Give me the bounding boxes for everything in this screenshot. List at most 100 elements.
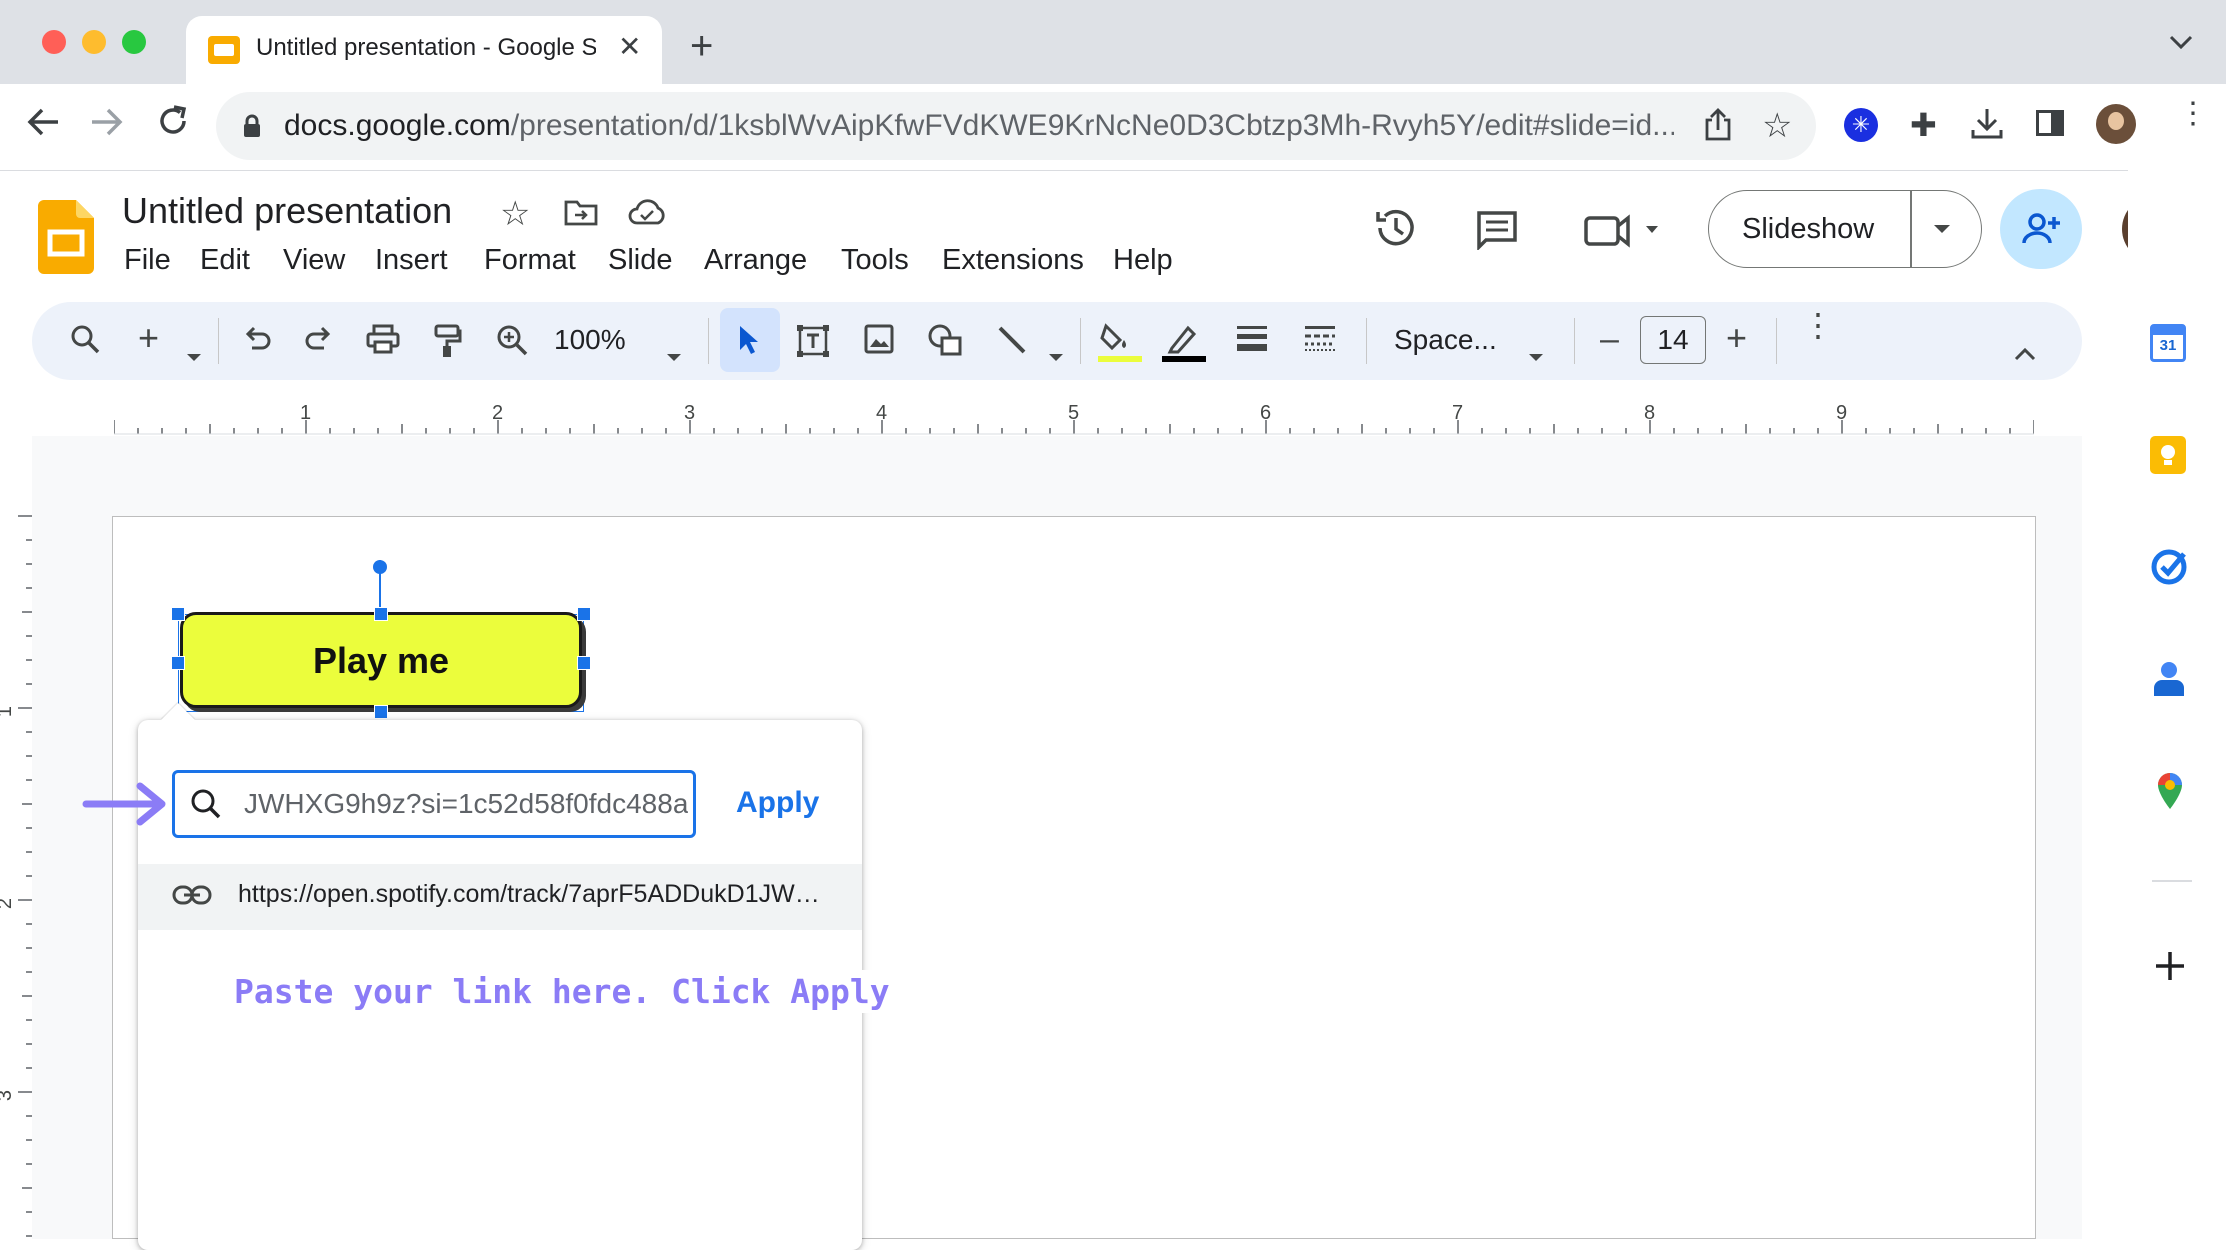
forward-arrow-icon[interactable]: [90, 106, 124, 144]
pointer-arrow-icon: [82, 780, 172, 833]
menu-view[interactable]: View: [283, 244, 345, 277]
resize-handle[interactable]: [171, 607, 185, 621]
calendar-icon[interactable]: 31: [2150, 324, 2186, 362]
lock-icon[interactable]: [242, 114, 262, 143]
menu-slide[interactable]: Slide: [608, 244, 673, 277]
font-size-input[interactable]: 14: [1640, 316, 1706, 364]
extension-icon[interactable]: ✳: [1844, 108, 1878, 142]
zoom-icon[interactable]: [496, 324, 528, 361]
annotation-text: Paste your link here. Click Apply: [226, 970, 898, 1013]
profile-avatar[interactable]: [2096, 104, 2136, 144]
ruler-label: 5: [1068, 402, 1080, 424]
paint-format-icon[interactable]: [432, 324, 462, 363]
url-path: /presentation/d/1ksblWvAipKfwFVdKWE9KrNc…: [510, 109, 1674, 142]
font-family-dropdown-icon[interactable]: [1528, 336, 1544, 368]
border-color-icon[interactable]: [1162, 320, 1206, 369]
contacts-icon[interactable]: [2152, 660, 2186, 703]
font-family-select[interactable]: Space...: [1394, 326, 1497, 354]
collapse-toolbar-icon[interactable]: [2014, 334, 2036, 366]
presentation-title[interactable]: Untitled presentation: [122, 190, 452, 232]
side-panel-icon[interactable]: [2036, 110, 2064, 136]
bookmark-star-icon[interactable]: ☆: [1762, 106, 1792, 146]
add-icon[interactable]: [2154, 950, 2186, 987]
decrease-font-size-button[interactable]: –: [1600, 322, 1619, 356]
tasks-icon[interactable]: [2150, 548, 2188, 591]
link-input-value[interactable]: JWHXG9h9z?si=1c52d58f0fdc488a: [244, 788, 688, 820]
slideshow-label: Slideshow: [1742, 213, 1875, 245]
resize-handle[interactable]: [577, 607, 591, 621]
share-button[interactable]: [2000, 189, 2082, 269]
maximize-window-button[interactable]: [122, 30, 146, 54]
url-text[interactable]: docs.google.com/presentation/d/1ksblWvAi…: [284, 109, 1674, 143]
ruler-label: 7: [1452, 402, 1464, 424]
meet-camera-icon[interactable]: [1584, 212, 1666, 253]
new-slide-icon[interactable]: +: [138, 320, 159, 356]
increase-font-size-button[interactable]: +: [1726, 320, 1747, 356]
zoom-value[interactable]: 100%: [554, 326, 626, 354]
print-icon[interactable]: [366, 324, 400, 359]
ruler-label: 3: [684, 402, 696, 424]
menu-edit[interactable]: Edit: [200, 244, 250, 277]
ruler-label: 1: [0, 706, 17, 717]
reload-icon[interactable]: [156, 104, 190, 145]
play-me-label[interactable]: Play me: [180, 640, 582, 682]
browser-menu-icon[interactable]: ⋮: [2178, 99, 2208, 129]
version-history-icon[interactable]: [1374, 206, 1418, 255]
line-dropdown-icon[interactable]: [1048, 336, 1064, 368]
extensions-puzzle-icon[interactable]: ✚: [1910, 106, 1937, 144]
rotation-handle[interactable]: [373, 560, 387, 574]
cloud-saved-icon[interactable]: [628, 198, 666, 231]
move-folder-icon[interactable]: [564, 198, 598, 231]
keep-icon[interactable]: [2150, 436, 2186, 474]
toolbar-separator: [1574, 318, 1575, 364]
search-menus-icon[interactable]: [70, 324, 100, 359]
redo-icon[interactable]: [304, 324, 334, 359]
minimize-window-button[interactable]: [82, 30, 106, 54]
new-slide-layout-dropdown-icon[interactable]: [186, 336, 202, 368]
resize-handle[interactable]: [171, 656, 185, 670]
ruler-label: 6: [1260, 402, 1272, 424]
shape-icon[interactable]: [928, 324, 964, 361]
maps-icon[interactable]: [2156, 772, 2184, 815]
tab-search-chevron-icon[interactable]: [2168, 34, 2194, 55]
more-options-icon[interactable]: ⋮: [1802, 309, 1834, 341]
resize-handle[interactable]: [374, 705, 388, 719]
fill-color-icon[interactable]: [1098, 320, 1142, 369]
resize-handle[interactable]: [374, 607, 388, 621]
toolbar-separator: [1080, 318, 1081, 364]
insert-image-icon[interactable]: [864, 324, 894, 359]
zoom-dropdown-icon[interactable]: [666, 336, 682, 368]
undo-icon[interactable]: [242, 324, 272, 359]
apply-button[interactable]: Apply: [736, 786, 819, 820]
menu-extensions[interactable]: Extensions: [942, 244, 1084, 277]
resize-handle[interactable]: [577, 656, 591, 670]
toolbar-separator: [1776, 318, 1777, 364]
url-host: docs.google.com: [284, 109, 511, 142]
menu-file[interactable]: File: [124, 244, 171, 277]
new-tab-button[interactable]: +: [690, 24, 713, 69]
close-tab-icon[interactable]: ✕: [618, 30, 641, 63]
slideshow-dropdown-icon[interactable]: [1932, 222, 1952, 240]
back-arrow-icon[interactable]: [26, 106, 60, 144]
search-icon: [190, 788, 222, 825]
menu-tools[interactable]: Tools: [841, 244, 909, 277]
toolbar-separator: [218, 318, 219, 364]
download-icon[interactable]: [1970, 106, 2004, 145]
text-box-icon[interactable]: [796, 324, 830, 363]
vertical-ruler[interactable]: [0, 510, 36, 1239]
close-window-button[interactable]: [42, 30, 66, 54]
slides-logo-icon[interactable]: [38, 200, 94, 279]
link-suggestion-url[interactable]: https://open.spotify.com/track/7aprF5ADD…: [238, 880, 828, 909]
tab-title: Untitled presentation - Google Slides: [256, 34, 596, 61]
menu-arrange[interactable]: Arrange: [704, 244, 807, 277]
border-weight-icon[interactable]: [1236, 324, 1268, 357]
menu-format[interactable]: Format: [484, 244, 576, 277]
ruler-label: 2: [0, 898, 17, 909]
line-icon[interactable]: [996, 324, 1028, 361]
border-dash-icon[interactable]: [1304, 324, 1336, 357]
menu-help[interactable]: Help: [1113, 244, 1173, 277]
star-icon[interactable]: ☆: [500, 194, 530, 234]
comments-icon[interactable]: [1476, 210, 1518, 255]
menu-insert[interactable]: Insert: [375, 244, 448, 277]
share-page-icon[interactable]: [1704, 108, 1732, 147]
